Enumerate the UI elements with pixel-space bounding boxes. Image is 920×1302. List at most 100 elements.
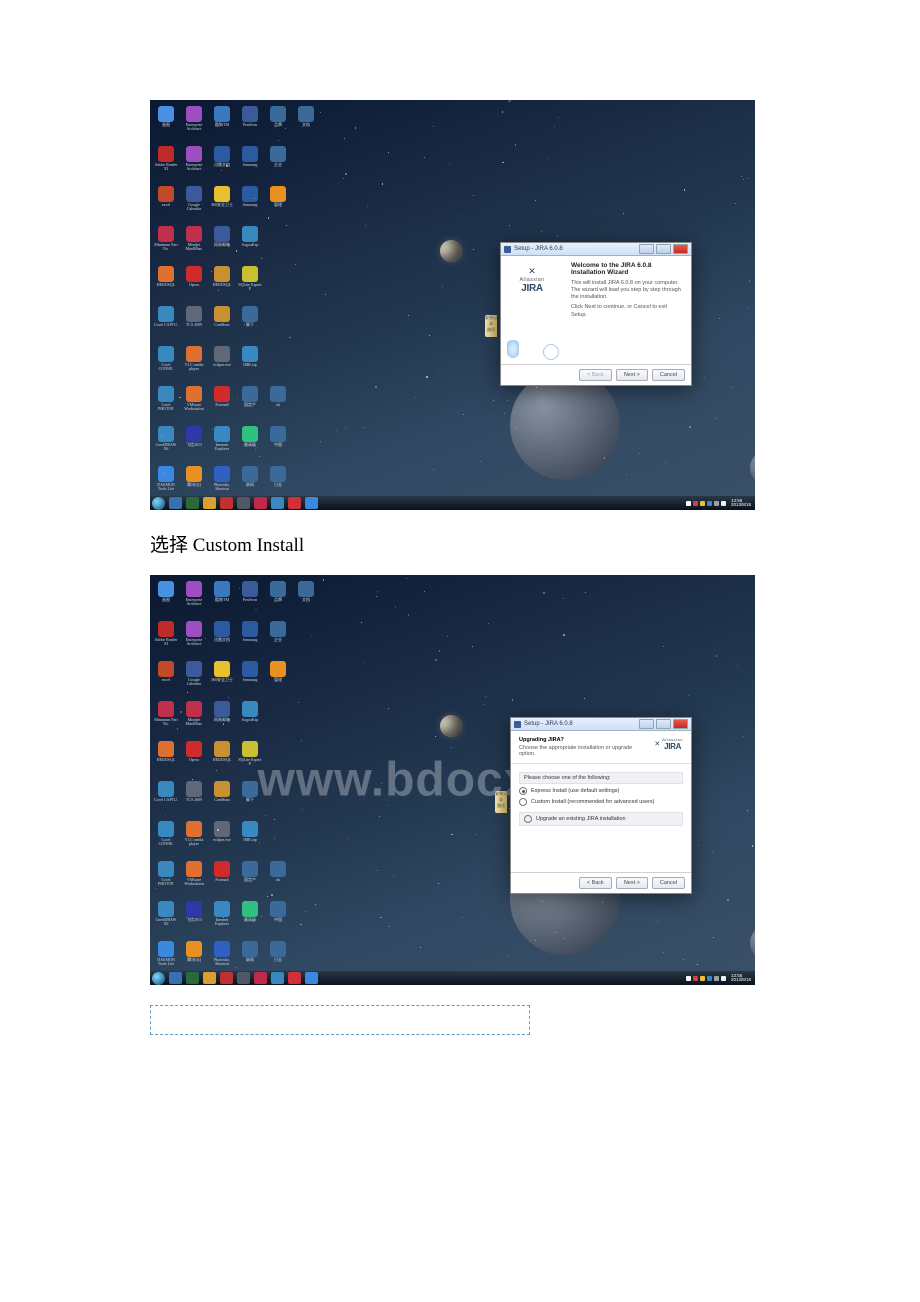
desktop-icon[interactable]: 企业 — [266, 146, 290, 178]
desktop-icon[interactable]: 迅雷文档 — [210, 621, 234, 653]
desktop-icon[interactable]: excel — [154, 186, 178, 218]
desktop-icon[interactable]: 脚下 — [238, 781, 262, 813]
desktop-icon[interactable]: Samsung — [238, 661, 262, 693]
tray-icon[interactable] — [721, 976, 726, 981]
taskbar[interactable]: 13:55 2013/8/18 — [150, 971, 755, 985]
minimize-button[interactable] — [639, 719, 654, 729]
tray-icon[interactable] — [686, 501, 691, 506]
desktop-icon[interactable]: 中国 — [266, 901, 290, 933]
tray-icon[interactable] — [707, 501, 712, 506]
desktop-icon[interactable]: 固定产 — [238, 861, 262, 893]
desktop-icon[interactable]: Enterprise Architect — [182, 581, 206, 613]
next-button[interactable]: Next > — [616, 877, 648, 889]
taskbar-item[interactable] — [254, 497, 267, 509]
desktop-icon[interactable]: Mindjet MindMan. — [182, 701, 206, 733]
desktop-icon[interactable]: HEIDISQL — [210, 741, 234, 773]
start-button[interactable] — [152, 497, 165, 510]
maximize-button[interactable] — [656, 244, 671, 254]
taskbar-item[interactable] — [271, 972, 284, 984]
taskbar-item[interactable] — [305, 497, 318, 509]
taskbar-item[interactable] — [203, 972, 216, 984]
desktop-icon[interactable]: 酷狗TM — [210, 581, 234, 613]
desktop-icon[interactable]: 飞信2013 — [182, 426, 206, 458]
taskbar-item[interactable] — [271, 497, 284, 509]
desktop-icon[interactable]: TCS 2009 — [182, 781, 206, 813]
desktop-icon[interactable]: VMware Workstation — [182, 861, 206, 893]
tray-icon[interactable] — [700, 501, 705, 506]
desktop-icon[interactable]: 文档 — [294, 106, 318, 138]
taskbar-item[interactable] — [237, 972, 250, 984]
taskbar-item[interactable] — [203, 497, 216, 509]
taskbar-item[interactable] — [169, 972, 182, 984]
close-button[interactable] — [673, 719, 688, 729]
desktop-icon[interactable]: IMR.zip — [238, 821, 262, 853]
tray-icon[interactable] — [721, 501, 726, 506]
installer-welcome-window[interactable]: Setup - JIRA 6.0.8 ✕ Atlassian JIRA — [500, 242, 692, 386]
start-button[interactable] — [152, 972, 165, 985]
desktop-icon[interactable]: Corel CONNE. — [154, 821, 178, 853]
taskbar-item[interactable] — [254, 972, 267, 984]
desktop-icon[interactable]: 网易邮箱 — [210, 701, 234, 733]
tray-icon[interactable] — [714, 501, 719, 506]
desktop-icon[interactable]: 企业 — [266, 621, 290, 653]
desktop-icon[interactable]: Enterprise Architect — [182, 106, 206, 138]
desktop-icon[interactable]: 酷狗TM — [210, 106, 234, 138]
minimize-button[interactable] — [639, 244, 654, 254]
desktop-icon[interactable]: Samsung — [238, 621, 262, 653]
desktop-icon[interactable]: VLC media player — [182, 821, 206, 853]
desktop-icon[interactable]: Enterprise Architect — [182, 146, 206, 178]
desktop-icon[interactable]: Foxmail — [210, 861, 234, 893]
desktop-icon[interactable]: 联网 — [238, 466, 262, 498]
desktop-icon[interactable]: ConMoni — [210, 306, 234, 338]
desktop-icon[interactable]: Opera — [182, 266, 206, 298]
desktop-icon[interactable]: Samsung — [238, 186, 262, 218]
desktop-icon[interactable]: Corel PHOTOP. — [154, 386, 178, 418]
window-titlebar[interactable]: Setup - JIRA 6.0.8 — [501, 243, 691, 256]
desktop-icon[interactable]: 飞信2013 — [182, 901, 206, 933]
desktop-icon[interactable]: ok — [266, 386, 290, 418]
desktop-icon[interactable]: eclipse.exe — [210, 346, 234, 378]
taskbar-item[interactable] — [220, 972, 233, 984]
radio-icon[interactable] — [519, 787, 527, 795]
tray-icon[interactable] — [700, 976, 705, 981]
desktop-icon[interactable]: Minimum Part No. — [154, 701, 178, 733]
taskbar-item[interactable] — [305, 972, 318, 984]
back-button[interactable]: < Back — [579, 877, 612, 889]
desktop-icon[interactable]: Foxmail — [210, 386, 234, 418]
window-titlebar[interactable]: Setup - JIRA 6.0.8 — [511, 718, 691, 731]
close-button[interactable] — [673, 244, 688, 254]
desktop-icon[interactable]: CorelDRAW X6 — [154, 901, 178, 933]
desktop-icon[interactable]: 画图 — [154, 106, 178, 138]
desktop-icon[interactable]: Photosho. Shortcut — [210, 466, 234, 498]
desktop-icon[interactable]: 最高级 — [238, 426, 262, 458]
taskbar-item[interactable] — [288, 497, 301, 509]
desktop-icon[interactable]: SQLite Expert P. — [238, 741, 262, 773]
tray-icon[interactable] — [686, 976, 691, 981]
system-tray[interactable]: 13:55 2013/8/18 — [686, 974, 751, 983]
tray-icon[interactable] — [707, 976, 712, 981]
desktop-icon[interactable]: SogouExp — [238, 226, 262, 258]
desktop-icon[interactable]: IMR.zip — [238, 346, 262, 378]
desktop-icon[interactable]: 管理 — [266, 661, 290, 693]
taskbar-item[interactable] — [220, 497, 233, 509]
desktop-icon[interactable]: HEIDISQL — [154, 741, 178, 773]
desktop-icon[interactable]: 固定产 — [238, 386, 262, 418]
desktop-icon[interactable]: 腾讯QQ — [182, 466, 206, 498]
desktop-icon[interactable]: VMware Workstation — [182, 386, 206, 418]
desktop-icon[interactable]: ConMoni — [210, 781, 234, 813]
desktop-icon[interactable]: 画图 — [154, 581, 178, 613]
desktop-icon[interactable]: Samsung — [238, 146, 262, 178]
desktop-icon[interactable]: ok — [266, 861, 290, 893]
desktop-icon[interactable]: 联网 — [238, 941, 262, 973]
desktop-icon[interactable]: 腾讯QQ — [182, 941, 206, 973]
tray-icon[interactable] — [693, 501, 698, 506]
desktop-icon[interactable]: Opera — [182, 741, 206, 773]
desktop-icon[interactable]: eclipse.exe — [210, 821, 234, 853]
desktop-icon[interactable]: CorelDRAW X6 — [154, 426, 178, 458]
installer-upgrade-window[interactable]: Setup - JIRA 6.0.8 Upgrading JIRA? Choos… — [510, 717, 692, 894]
tray-icon[interactable] — [693, 976, 698, 981]
desktop-icon[interactable]: Corel PHOTOP. — [154, 861, 178, 893]
desktop-icon[interactable]: TCS 2009 — [182, 306, 206, 338]
radio-upgrade[interactable]: Upgrade an existing JIRA installation — [519, 812, 683, 826]
desktop-icon[interactable]: Corel CAPTU. — [154, 781, 178, 813]
